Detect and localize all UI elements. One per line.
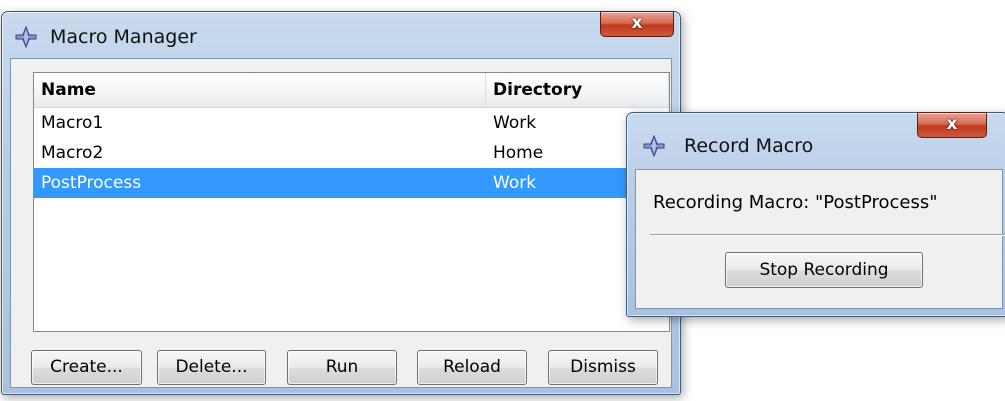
- window-title: Record Macro: [684, 135, 814, 157]
- macro-directory: Work: [493, 173, 537, 193]
- run-button[interactable]: Run: [287, 350, 397, 385]
- divider: [650, 234, 1005, 236]
- macro-name: PostProcess: [41, 173, 142, 193]
- macro-row-macro1[interactable]: Macro1 Work: [34, 108, 669, 138]
- record-macro-body: Recording Macro: "PostProcess" Stop Reco…: [635, 169, 1005, 309]
- macro-manager-window: Macro Manager x Name Directory Macro1 Wo…: [1, 11, 681, 395]
- macro-directory: Home: [493, 143, 544, 163]
- macro-name: Macro2: [41, 143, 104, 163]
- macro-manager-body: Name Directory Macro1 Work Macro2 Home P…: [10, 58, 672, 388]
- desktop: Macro Manager x Name Directory Macro1 Wo…: [0, 0, 1005, 401]
- column-header-directory[interactable]: Directory: [486, 73, 669, 107]
- stop-recording-button[interactable]: Stop Recording: [725, 252, 923, 288]
- app-icon: [15, 25, 37, 49]
- create-button[interactable]: Create...: [31, 350, 142, 385]
- macro-name: Macro1: [41, 113, 104, 133]
- dismiss-button[interactable]: Dismiss: [548, 350, 658, 385]
- macro-directory: Work: [493, 113, 537, 133]
- macro-list[interactable]: Name Directory Macro1 Work Macro2 Home P…: [33, 72, 670, 332]
- close-button[interactable]: x: [600, 11, 674, 37]
- close-button[interactable]: x: [917, 112, 987, 138]
- app-icon: [643, 134, 665, 158]
- reload-button[interactable]: Reload: [417, 350, 527, 385]
- close-icon: x: [631, 13, 643, 33]
- macro-row-postprocess[interactable]: PostProcess Work: [34, 168, 669, 198]
- macro-row-macro2[interactable]: Macro2 Home: [34, 138, 669, 168]
- recording-status-text: Recording Macro: "PostProcess": [653, 192, 938, 213]
- window-title: Macro Manager: [50, 26, 197, 48]
- delete-button[interactable]: Delete...: [157, 350, 266, 385]
- list-header: Name Directory: [34, 73, 669, 108]
- record-macro-window: Record Macro x Recording Macro: "PostPro…: [626, 112, 1005, 317]
- record-macro-titlebar[interactable]: Record Macro x: [627, 112, 1005, 159]
- macro-manager-titlebar[interactable]: Macro Manager x: [2, 11, 680, 58]
- column-header-name[interactable]: Name: [34, 73, 486, 107]
- close-icon: x: [946, 114, 958, 134]
